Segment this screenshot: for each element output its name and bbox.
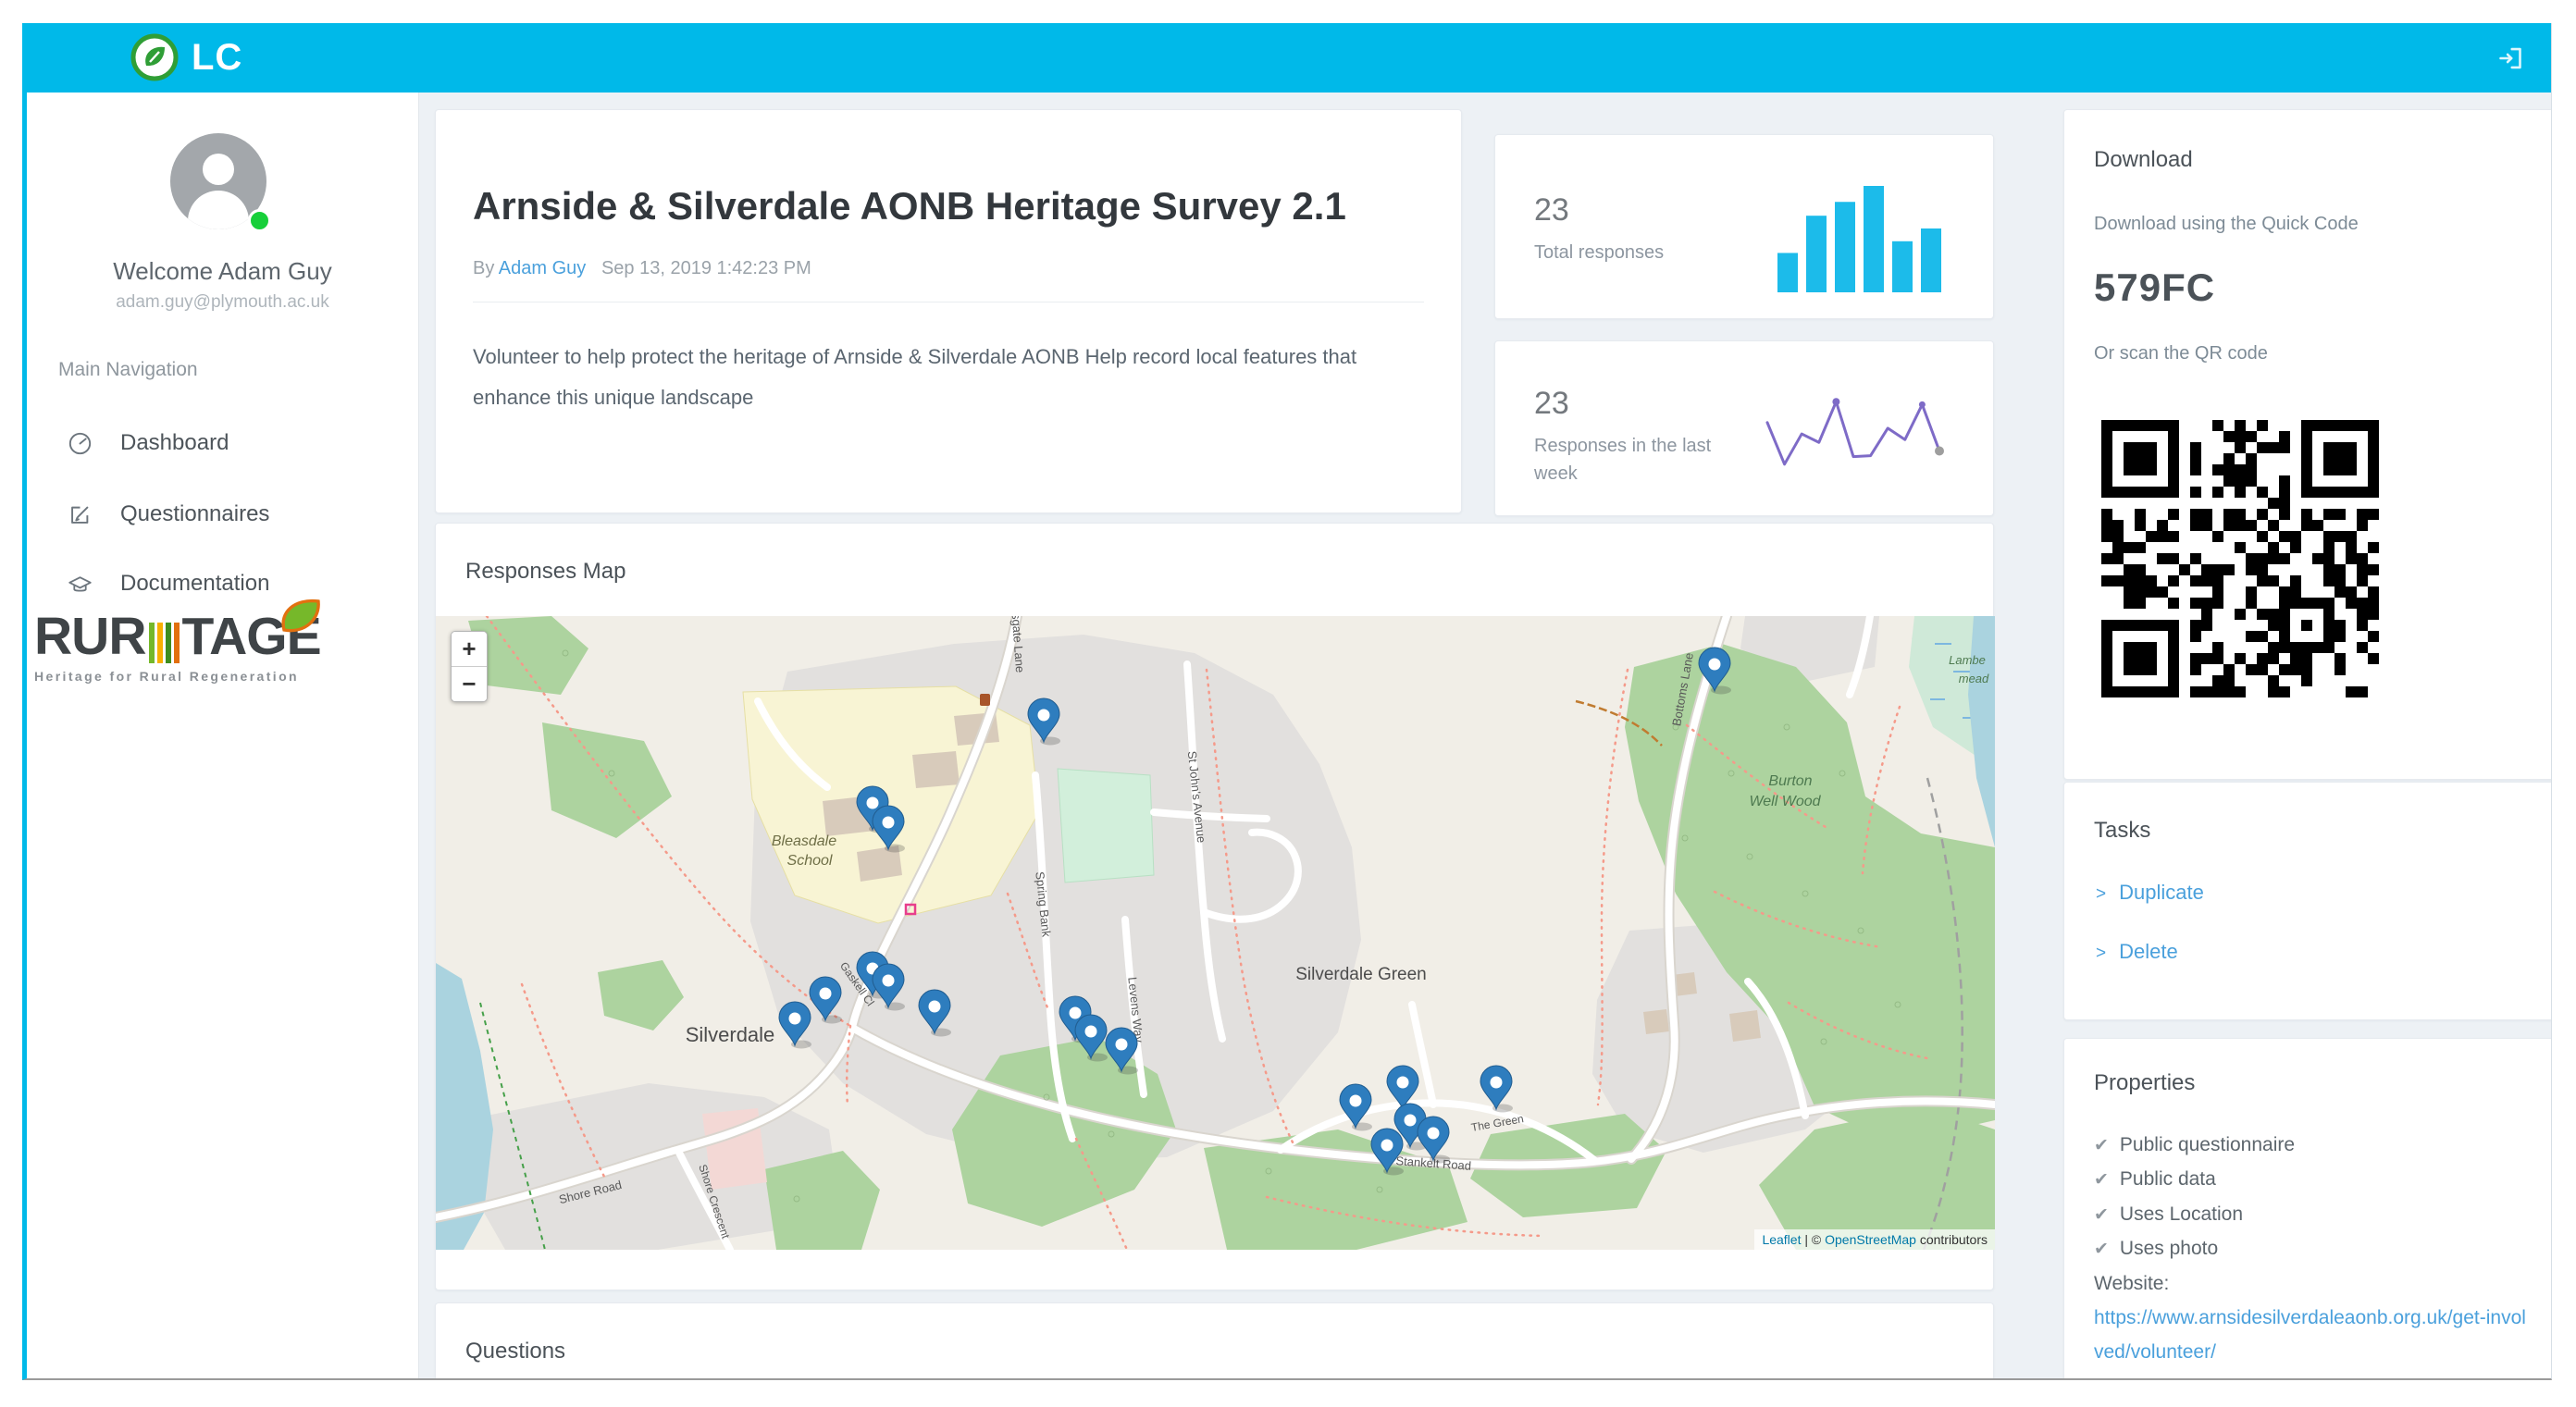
- map-place-label: School: [787, 853, 833, 869]
- week-responses-card: 23 Responses in the last week: [1494, 340, 1994, 516]
- created-date: Sep 13, 2019 1:42:23 PM: [601, 258, 811, 278]
- zoom-out-button[interactable]: −: [452, 667, 487, 701]
- poi-icon: [980, 694, 990, 706]
- nav-section-title: Main Navigation: [58, 359, 198, 381]
- check-icon: ✔: [2094, 1240, 2109, 1259]
- total-responses-card: 23 Total responses: [1494, 134, 1994, 319]
- total-responses-label: Total responses: [1534, 239, 1719, 266]
- qr-hint: Or scan the QR code: [2094, 343, 2268, 364]
- survey-description: Volunteer to help protect the heritage o…: [473, 337, 1407, 418]
- map-place-label: Well Wood: [1749, 794, 1821, 809]
- check-icon: ✔: [2094, 1136, 2109, 1155]
- ruritage-logo: RURTAGE Heritage for Rural Regeneration: [34, 611, 404, 684]
- ruritage-logo-text-left: RUR: [34, 611, 146, 663]
- sidebar: Welcome Adam Guy adam.guy@plymouth.ac.uk…: [27, 93, 419, 1378]
- responses-map-card: Responses Map: [435, 523, 1994, 1290]
- sidebar-item-label: Questionnaires: [120, 501, 269, 527]
- properties-card: Properties ✔Public questionnaire ✔Public…: [2063, 1038, 2552, 1380]
- dashboard-gauge-icon: [68, 431, 93, 456]
- ruritage-striped-i: [149, 623, 180, 663]
- app-logo-text: LC: [192, 37, 242, 79]
- property-row: ✔Public questionnaire: [2094, 1128, 2529, 1162]
- responses-map-title: Responses Map: [465, 559, 625, 585]
- map-place-label: Lambe: [1949, 653, 1986, 667]
- survey-summary-card: Arnside & Silverdale AONB Heritage Surve…: [435, 109, 1462, 513]
- map-place-label: mead: [1959, 672, 1989, 685]
- sidebar-item-label: Documentation: [120, 571, 269, 597]
- sidebar-item-label: Dashboard: [120, 430, 229, 456]
- leaflet-map[interactable]: Bleasdale School Silverdale Silverdale Gree…: [436, 616, 1995, 1250]
- week-responses-line-chart: [1764, 384, 1949, 481]
- quick-code-hint: Download using the Quick Code: [2094, 214, 2359, 235]
- page-title: Arnside & Silverdale AONB Heritage Surve…: [473, 184, 1417, 228]
- attribution-separator: | ©: [1801, 1232, 1825, 1247]
- duplicate-link[interactable]: >Duplicate: [2096, 881, 2204, 905]
- tasks-title: Tasks: [2094, 818, 2150, 844]
- tasks-card: Tasks >Duplicate >Delete: [2063, 782, 2552, 1020]
- check-icon: ✔: [2094, 1170, 2109, 1190]
- byline: By Adam Guy Sep 13, 2019 1:42:23 PM: [473, 258, 811, 279]
- osm-link[interactable]: OpenStreetMap: [1825, 1232, 1916, 1247]
- chevron-right-icon: >: [2096, 884, 2106, 904]
- property-row: ✔Uses photo: [2094, 1231, 2529, 1265]
- properties-title: Properties: [2094, 1070, 2195, 1096]
- graduation-cap-icon: [68, 572, 93, 597]
- public-listing-link[interactable]: View public listing: [2094, 1370, 2529, 1380]
- download-title: Download: [2094, 147, 2193, 173]
- byline-by: By: [473, 258, 494, 278]
- chevron-right-icon: >: [2096, 944, 2106, 963]
- sidebar-item-questionnaires[interactable]: Questionnaires: [68, 501, 269, 527]
- total-responses-bar-chart: [1777, 172, 1949, 292]
- week-responses-value: 23: [1534, 386, 1569, 422]
- app-logo[interactable]: LC: [130, 33, 242, 81]
- map-canvas: Bleasdale School Silverdale Silverdale Gree…: [436, 616, 1995, 1250]
- map-zoom-control: + −: [451, 631, 488, 702]
- delete-link[interactable]: >Delete: [2096, 940, 2178, 964]
- sidebar-item-documentation[interactable]: Documentation: [68, 571, 269, 597]
- check-icon: ✔: [2094, 1205, 2109, 1225]
- quick-code-value: 579FC: [2094, 265, 2215, 310]
- avatar: [170, 133, 274, 237]
- top-header-bar: LC: [27, 23, 2551, 93]
- author-link[interactable]: Adam Guy: [499, 258, 586, 278]
- ruritage-leaf-icon: [279, 596, 323, 635]
- user-email: adam.guy@plymouth.ac.uk: [27, 292, 418, 313]
- download-card: Download Download using the Quick Code 5…: [2063, 109, 2552, 780]
- properties-list: ✔Public questionnaire ✔Public data ✔Uses…: [2094, 1128, 2529, 1380]
- attribution-suffix: contributors: [1916, 1232, 1988, 1247]
- map-place-label: Burton: [1768, 773, 1812, 789]
- zoom-in-button[interactable]: +: [452, 632, 487, 667]
- ruritage-tagline: Heritage for Rural Regeneration: [34, 669, 404, 684]
- sidebar-item-dashboard[interactable]: Dashboard: [68, 430, 229, 456]
- questions-card: Questions: [435, 1302, 1994, 1380]
- app-window: LC Welcome Adam Guy adam.guy@plymouth.ac…: [22, 23, 2552, 1380]
- map-attribution: Leaflet | © OpenStreetMap contributors: [1754, 1229, 1995, 1250]
- online-status-dot: [248, 209, 271, 232]
- map-place-label: Bleasdale: [772, 833, 836, 849]
- property-row: ✔Uses Location: [2094, 1197, 2529, 1231]
- map-place-label: Silverdale: [686, 1023, 775, 1046]
- qr-code: [2101, 420, 2379, 697]
- edit-square-icon: [68, 502, 93, 527]
- map-place-label: Silverdale Green: [1295, 965, 1427, 984]
- logout-icon[interactable]: [2497, 45, 2523, 71]
- property-row: ✔Public data: [2094, 1162, 2529, 1196]
- leaflet-link[interactable]: Leaflet: [1762, 1232, 1801, 1247]
- website-link[interactable]: https://www.arnsidesilverdaleaonb.org.uk…: [2094, 1301, 2529, 1370]
- leaf-logo-icon: [130, 33, 179, 81]
- website-label: Website:: [2094, 1266, 2529, 1301]
- welcome-text: Welcome Adam Guy: [27, 257, 418, 286]
- week-responses-label: Responses in the last week: [1534, 432, 1719, 488]
- total-responses-value: 23: [1534, 192, 1569, 228]
- questions-title: Questions: [465, 1339, 565, 1364]
